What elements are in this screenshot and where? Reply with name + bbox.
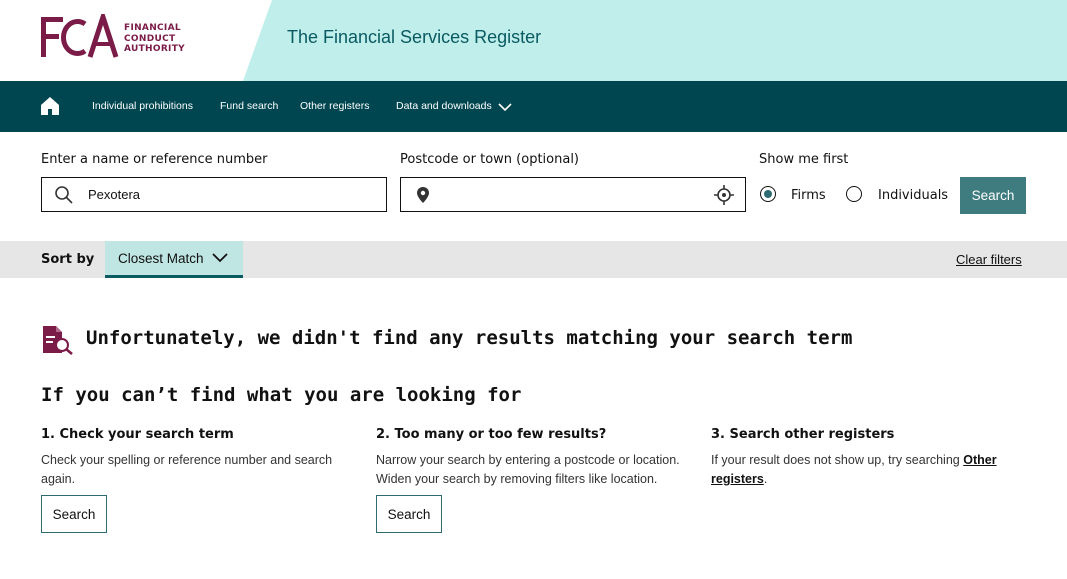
name-search-input[interactable]: Pexotera bbox=[41, 177, 387, 212]
nav-item-data-and-downloads[interactable]: Data and downloads bbox=[396, 100, 492, 112]
help-column-other-registers: 3. Search other registers If your result… bbox=[711, 427, 1011, 489]
search-icon bbox=[55, 186, 73, 204]
fca-logo-mark bbox=[41, 14, 119, 58]
home-icon[interactable] bbox=[40, 96, 60, 116]
fca-logo[interactable]: FINANCIAL CONDUCT AUTHORITY bbox=[40, 14, 190, 60]
radio-individuals[interactable] bbox=[846, 186, 862, 202]
name-field-label: Enter a name or reference number bbox=[41, 152, 268, 167]
logo-line-3: AUTHORITY bbox=[124, 44, 185, 54]
sort-select[interactable]: Closest Match bbox=[105, 241, 243, 278]
logo-line-2: CONDUCT bbox=[124, 33, 176, 44]
logo-line-1: FINANCIAL bbox=[124, 23, 181, 33]
chevron-down-icon[interactable] bbox=[498, 100, 512, 114]
postcode-input[interactable] bbox=[400, 177, 746, 212]
location-pin-icon bbox=[417, 187, 429, 203]
postcode-field-label: Postcode or town (optional) bbox=[400, 152, 579, 167]
nav-item-fund-search[interactable]: Fund search bbox=[220, 100, 278, 112]
no-results-document-icon bbox=[43, 326, 73, 355]
show-first-label: Show me first bbox=[759, 152, 849, 167]
search-again-button[interactable]: Search bbox=[41, 495, 107, 533]
nav-item-other-registers[interactable]: Other registers bbox=[300, 100, 369, 112]
radio-firms[interactable] bbox=[760, 186, 776, 202]
name-search-value: Pexotera bbox=[88, 187, 141, 202]
help-heading: If you can’t find what you are looking f… bbox=[41, 384, 522, 406]
site-title[interactable]: The Financial Services Register bbox=[287, 27, 541, 48]
search-button[interactable]: Search bbox=[960, 177, 1026, 214]
help-column-text: If your result does not show up, try sea… bbox=[711, 451, 1011, 489]
chevron-down-icon bbox=[212, 253, 228, 263]
sort-bar: Sort by Closest Match Clear filters bbox=[0, 241, 1067, 278]
sort-by-label: Sort by bbox=[41, 252, 95, 267]
help-column-title: 2. Too many or too few results? bbox=[376, 427, 607, 442]
main-nav: Individual prohibitions Fund search Othe… bbox=[0, 81, 1067, 132]
help-column-text: Check your spelling or reference number … bbox=[41, 453, 333, 486]
help-column-check-term: 1. Check your search term Check your spe… bbox=[41, 427, 341, 489]
help-column-text: Narrow your search by entering a postcod… bbox=[376, 453, 680, 486]
refine-search-button[interactable]: Search bbox=[376, 495, 442, 533]
radio-individuals-label[interactable]: Individuals bbox=[878, 188, 948, 203]
help-text-after-link: . bbox=[763, 472, 768, 486]
help-column-title: 3. Search other registers bbox=[711, 427, 895, 442]
nav-item-individual-prohibitions[interactable]: Individual prohibitions bbox=[92, 100, 193, 112]
no-results-message: Unfortunately, we didn't find any result… bbox=[86, 327, 853, 349]
site-header: FINANCIAL CONDUCT AUTHORITY The Financia… bbox=[0, 0, 1067, 81]
radio-firms-label[interactable]: Firms bbox=[791, 188, 826, 203]
sort-selected-value: Closest Match bbox=[118, 251, 204, 266]
crosshair-locate-icon[interactable] bbox=[714, 185, 734, 205]
help-column-title: 1. Check your search term bbox=[41, 427, 234, 442]
help-column-result-count: 2. Too many or too few results? Narrow y… bbox=[376, 427, 680, 489]
fca-logo-text: FINANCIAL CONDUCT AUTHORITY bbox=[124, 23, 185, 55]
clear-filters-link[interactable]: Clear filters bbox=[956, 252, 1022, 267]
help-text-before-link: If your result does not show up, try sea… bbox=[711, 453, 964, 467]
